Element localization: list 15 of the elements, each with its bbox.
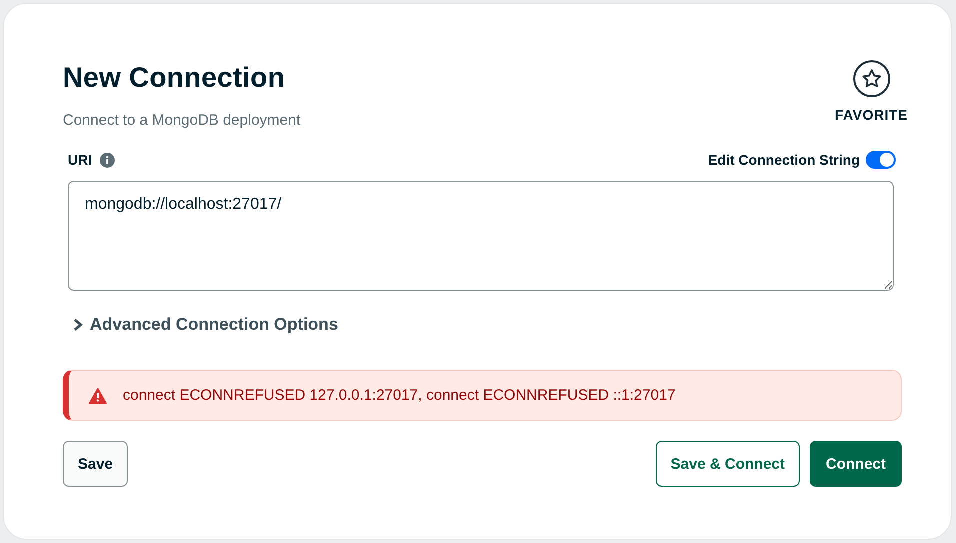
error-message: connect ECONNREFUSED 127.0.0.1:27017, connect ECONNREFUSED ::1:27017 — [123, 387, 676, 404]
chevron-icon — [72, 318, 84, 332]
advanced-options-toggle[interactable]: Advanced Connection Options — [72, 315, 338, 335]
toggle-switch[interactable] — [866, 151, 896, 169]
toggle-label: Edit Connection String — [708, 152, 860, 168]
info-icon — [100, 152, 116, 168]
page-title: New Connection — [63, 61, 286, 95]
connect-button[interactable]: Connect — [810, 441, 902, 487]
warning-icon — [89, 388, 107, 404]
uri-field[interactable]: mongodb://localhost:27017/ — [68, 181, 894, 291]
uri-label: URI — [68, 152, 92, 168]
save-and-connect-button[interactable]: Save & Connect — [656, 441, 800, 487]
save-button[interactable]: Save — [63, 441, 128, 487]
page-subtitle: Connect to a MongoDB deployment — [63, 112, 301, 129]
favorite-button[interactable]: FAVORITE — [835, 60, 908, 123]
